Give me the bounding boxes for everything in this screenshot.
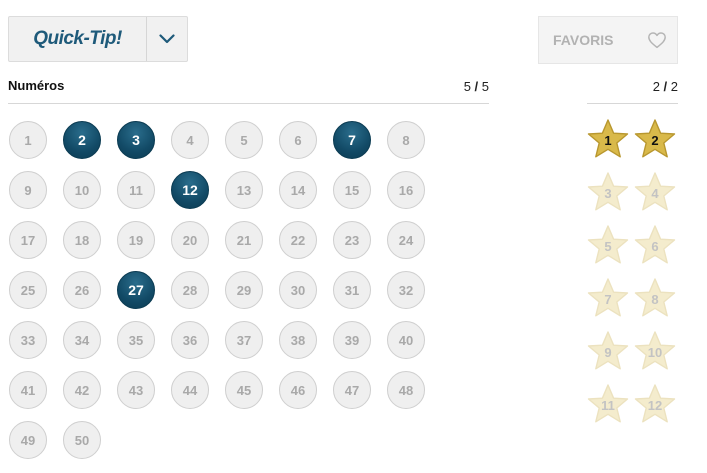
stars-count: 2 / 2 — [653, 79, 678, 94]
number-ball-38[interactable]: 38 — [279, 321, 317, 359]
star-label: 1 — [604, 133, 612, 148]
star-label: 6 — [651, 239, 659, 254]
quick-tip-button[interactable]: Quick-Tip! — [9, 17, 146, 61]
star-12[interactable]: 12 — [632, 382, 678, 428]
star-4[interactable]: 4 — [632, 170, 678, 216]
star-label: 12 — [647, 398, 663, 413]
number-ball-41[interactable]: 41 — [9, 371, 47, 409]
favorites-button[interactable]: FAVORIS — [538, 16, 678, 64]
number-ball-24[interactable]: 24 — [387, 221, 425, 259]
star-label: 5 — [604, 239, 612, 254]
stars-count-selected: 2 — [652, 79, 660, 94]
number-ball-8[interactable]: 8 — [387, 121, 425, 159]
numbers-divider — [8, 103, 489, 104]
number-ball-10[interactable]: 10 — [63, 171, 101, 209]
number-ball-22[interactable]: 22 — [279, 221, 317, 259]
number-ball-16[interactable]: 16 — [387, 171, 425, 209]
number-ball-28[interactable]: 28 — [171, 271, 209, 309]
number-ball-5[interactable]: 5 — [225, 121, 263, 159]
number-ball-12[interactable]: 12 — [171, 171, 209, 209]
number-ball-39[interactable]: 39 — [333, 321, 371, 359]
star-2[interactable]: 2 — [632, 117, 678, 163]
number-ball-19[interactable]: 19 — [117, 221, 155, 259]
number-ball-23[interactable]: 23 — [333, 221, 371, 259]
numbers-count-selected: 5 — [463, 79, 471, 94]
star-8[interactable]: 8 — [632, 276, 678, 322]
star-label: 3 — [604, 186, 612, 201]
star-9[interactable]: 9 — [585, 329, 631, 375]
star-label: 7 — [604, 292, 612, 307]
number-ball-48[interactable]: 48 — [387, 371, 425, 409]
numbers-count-total: 5 — [481, 79, 489, 94]
number-ball-49[interactable]: 49 — [9, 421, 47, 459]
number-ball-9[interactable]: 9 — [9, 171, 47, 209]
number-ball-25[interactable]: 25 — [9, 271, 47, 309]
favorites-label: FAVORIS — [553, 32, 614, 48]
number-ball-6[interactable]: 6 — [279, 121, 317, 159]
star-label: 9 — [604, 345, 612, 360]
number-ball-45[interactable]: 45 — [225, 371, 263, 409]
number-ball-4[interactable]: 4 — [171, 121, 209, 159]
number-ball-44[interactable]: 44 — [171, 371, 209, 409]
number-ball-36[interactable]: 36 — [171, 321, 209, 359]
star-6[interactable]: 6 — [632, 223, 678, 269]
number-ball-42[interactable]: 42 — [63, 371, 101, 409]
star-1[interactable]: 1 — [585, 117, 631, 163]
number-ball-21[interactable]: 21 — [225, 221, 263, 259]
number-ball-26[interactable]: 26 — [63, 271, 101, 309]
number-ball-29[interactable]: 29 — [225, 271, 263, 309]
number-ball-2[interactable]: 2 — [63, 121, 101, 159]
star-label: 4 — [651, 186, 659, 201]
star-7[interactable]: 7 — [585, 276, 631, 322]
numbers-count: 5 / 5 — [464, 79, 489, 94]
number-ball-35[interactable]: 35 — [117, 321, 155, 359]
number-ball-7[interactable]: 7 — [333, 121, 371, 159]
number-ball-40[interactable]: 40 — [387, 321, 425, 359]
quick-tip-dropdown-button[interactable] — [147, 17, 187, 61]
number-ball-18[interactable]: 18 — [63, 221, 101, 259]
number-ball-50[interactable]: 50 — [63, 421, 101, 459]
star-10[interactable]: 10 — [632, 329, 678, 375]
star-3[interactable]: 3 — [585, 170, 631, 216]
number-ball-3[interactable]: 3 — [117, 121, 155, 159]
number-ball-47[interactable]: 47 — [333, 371, 371, 409]
quick-tip-control: Quick-Tip! — [8, 16, 188, 62]
number-ball-20[interactable]: 20 — [171, 221, 209, 259]
number-ball-1[interactable]: 1 — [9, 121, 47, 159]
stars-count-separator: / — [659, 79, 671, 94]
number-ball-32[interactable]: 32 — [387, 271, 425, 309]
stars-count-total: 2 — [670, 79, 678, 94]
number-ball-46[interactable]: 46 — [279, 371, 317, 409]
star-label: 2 — [651, 133, 659, 148]
number-ball-13[interactable]: 13 — [225, 171, 263, 209]
numbers-count-separator: / — [470, 79, 482, 94]
number-ball-30[interactable]: 30 — [279, 271, 317, 309]
number-ball-17[interactable]: 17 — [9, 221, 47, 259]
number-ball-37[interactable]: 37 — [225, 321, 263, 359]
number-ball-43[interactable]: 43 — [117, 371, 155, 409]
number-ball-31[interactable]: 31 — [333, 271, 371, 309]
number-ball-33[interactable]: 33 — [9, 321, 47, 359]
star-5[interactable]: 5 — [585, 223, 631, 269]
number-ball-14[interactable]: 14 — [279, 171, 317, 209]
numbers-heading: Numéros — [8, 78, 65, 93]
stars-divider — [587, 103, 678, 104]
chevron-down-icon — [159, 34, 175, 44]
number-ball-11[interactable]: 11 — [117, 171, 155, 209]
number-ball-15[interactable]: 15 — [333, 171, 371, 209]
star-label: 8 — [651, 292, 659, 307]
number-ball-27[interactable]: 27 — [117, 271, 155, 309]
star-label: 10 — [647, 345, 663, 360]
heart-icon — [648, 32, 666, 49]
star-11[interactable]: 11 — [585, 382, 631, 428]
number-ball-34[interactable]: 34 — [63, 321, 101, 359]
star-label: 11 — [601, 398, 615, 413]
